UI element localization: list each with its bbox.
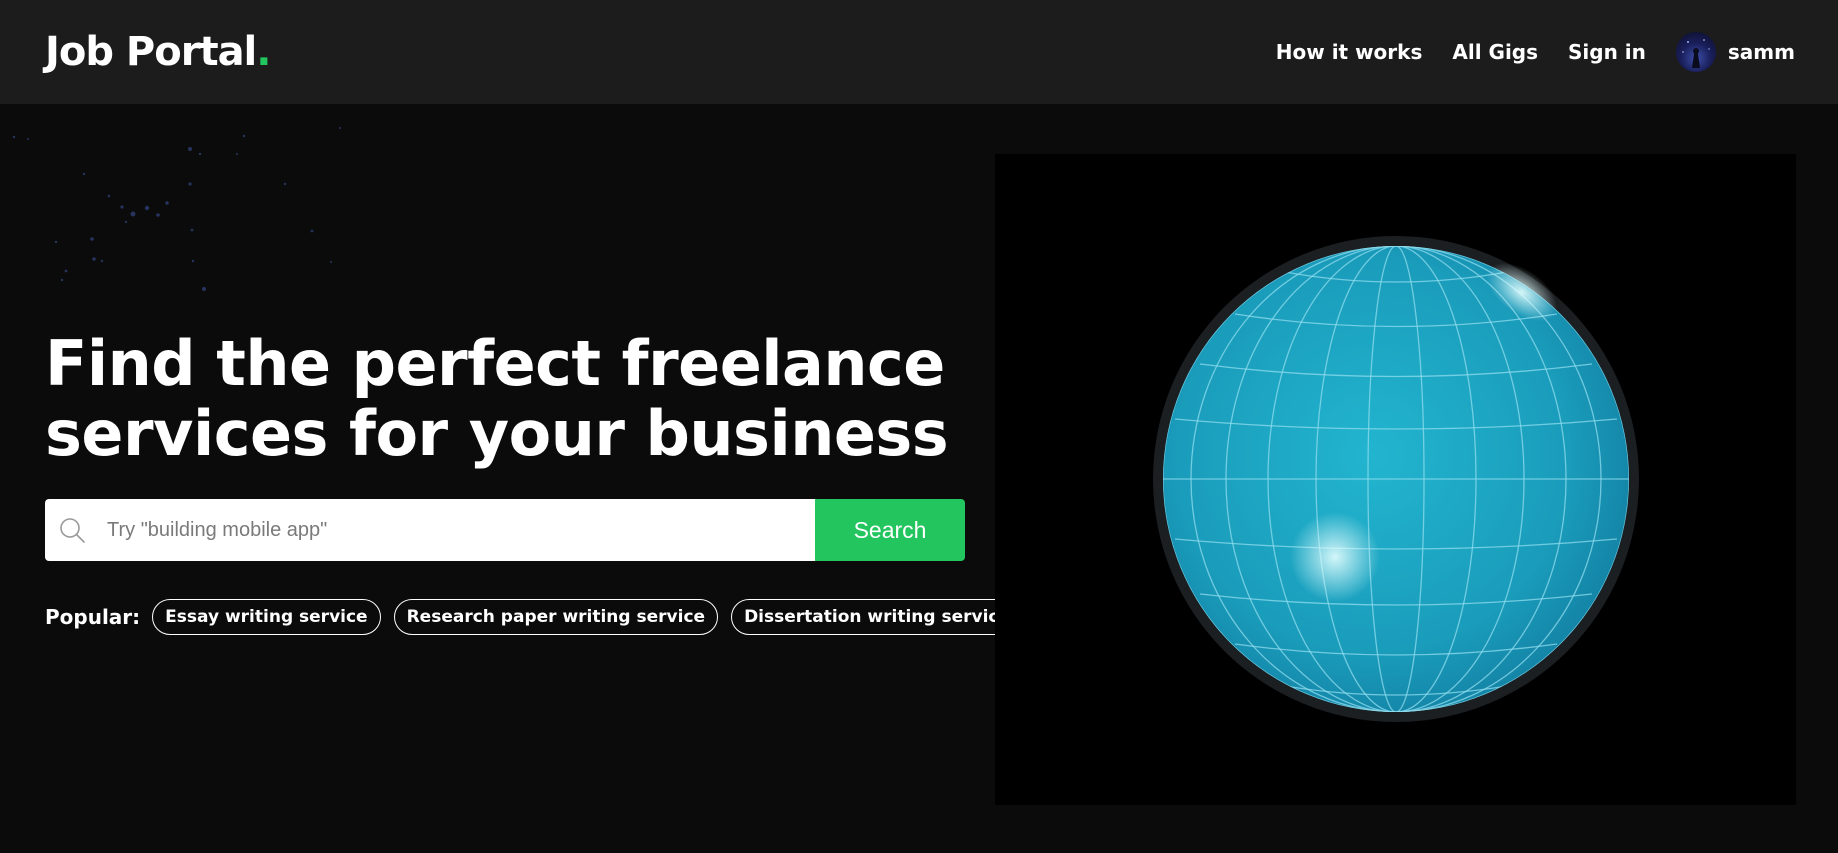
nav-sign-in[interactable]: Sign in — [1568, 40, 1646, 64]
popular-tag-dissertation[interactable]: Dissertation writing service — [731, 599, 1024, 635]
popular-tag-essay[interactable]: Essay writing service — [152, 599, 381, 635]
user-menu[interactable]: samm — [1675, 32, 1795, 72]
avatar[interactable] — [1675, 32, 1716, 72]
headline-line-2: services for your business — [45, 397, 949, 470]
navbar: Job Portal. How it works All Gigs Sign i… — [0, 0, 1838, 104]
globe-panel — [995, 154, 1796, 805]
logo-dot: . — [256, 29, 271, 75]
search-icon — [57, 515, 87, 545]
nav-all-gigs[interactable]: All Gigs — [1452, 40, 1538, 64]
logo[interactable]: Job Portal. — [45, 29, 271, 75]
hero-headline: Find the perfect freelance services for … — [45, 329, 975, 469]
search-button[interactable]: Search — [815, 499, 965, 561]
hero-section: Find the perfect freelance services for … — [0, 104, 1838, 853]
globe-graphic — [1153, 236, 1639, 722]
search-bar: Search — [45, 499, 965, 561]
starfield-decoration — [12, 127, 341, 291]
search-input[interactable] — [107, 499, 815, 561]
username: samm — [1727, 40, 1795, 64]
search-field — [45, 499, 815, 561]
popular-label: Popular: — [45, 605, 141, 629]
popular-searches: Popular: Essay writing service Research … — [45, 599, 1036, 635]
headline-line-1: Find the perfect freelance — [45, 327, 945, 400]
nav-how-it-works[interactable]: How it works — [1276, 40, 1423, 64]
logo-text: Job Portal — [45, 29, 257, 75]
popular-tag-research-paper[interactable]: Research paper writing service — [393, 599, 719, 635]
nav-links: How it works All Gigs Sign in samm — [1246, 32, 1795, 72]
